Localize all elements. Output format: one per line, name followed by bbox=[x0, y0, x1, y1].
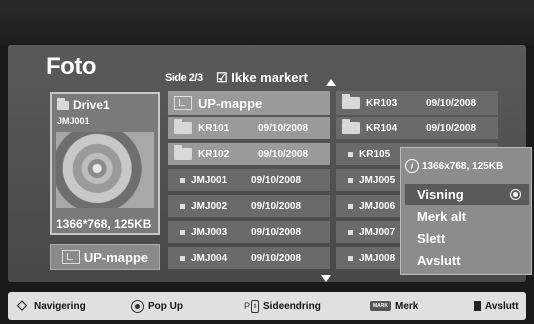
scroll-up-arrow-icon[interactable] bbox=[326, 79, 336, 86]
menu-item-slett[interactable]: Slett bbox=[405, 228, 529, 249]
grid-item-date: 09/10/2008 bbox=[251, 200, 302, 212]
grid-item[interactable]: JMJ001 09/10/2008 bbox=[168, 169, 330, 191]
page-prefix: P bbox=[244, 301, 251, 311]
selected-radio-icon bbox=[510, 189, 521, 200]
up-folder-icon bbox=[174, 96, 192, 110]
footer-exit-label: Avslutt bbox=[485, 300, 519, 312]
grid-item[interactable]: KR103 09/10/2008 bbox=[336, 91, 498, 115]
drive-header: Drive1 bbox=[57, 97, 110, 112]
grid-item-date: 09/10/2008 bbox=[426, 122, 477, 134]
file-icon bbox=[180, 203, 185, 209]
rocker-glyph-icon: ⇕ bbox=[251, 299, 260, 313]
grid-item-name: KR101 bbox=[198, 122, 230, 134]
top-bar bbox=[0, 0, 534, 45]
footer-help-bar: Navigering Pop Up P ⇕ Sideendring MARK M… bbox=[8, 292, 526, 320]
popup-info-text: 1366x768, 125KB bbox=[422, 160, 504, 172]
page-rocker-icon: P ⇕ bbox=[244, 299, 260, 313]
page-title: Foto bbox=[46, 53, 96, 80]
ok-button-icon bbox=[131, 299, 144, 313]
up-folder-icon bbox=[61, 250, 80, 264]
up-folder-button[interactable]: UP-mappe bbox=[50, 244, 160, 270]
footer-navigate-label: Navigering bbox=[34, 300, 86, 312]
footer-page-change-label: Sideendring bbox=[263, 300, 321, 312]
menu-item-label: Avslutt bbox=[417, 253, 461, 268]
page-indicator: Side 2/3 bbox=[165, 72, 203, 84]
drive-subtitle: JMJ001 bbox=[57, 116, 90, 126]
footer-popup-label: Pop Up bbox=[148, 300, 183, 312]
drive-resolution: 1366*768, 125KB bbox=[56, 217, 152, 231]
menu-item-label: Merk alt bbox=[417, 209, 467, 224]
file-icon bbox=[348, 151, 353, 157]
popup-menu: i 1366x768, 125KB Visning Merk alt Slett… bbox=[400, 147, 532, 275]
grid-item[interactable]: KR101 09/10/2008 bbox=[168, 117, 330, 139]
grid-item-name: JMJ004 bbox=[191, 252, 228, 264]
popup-info: i 1366x768, 125KB bbox=[405, 151, 529, 181]
photo-thumbnail bbox=[56, 132, 154, 208]
menu-item-merk-alt[interactable]: Merk alt bbox=[405, 206, 529, 227]
grid-item[interactable]: KR102 09/10/2008 bbox=[168, 143, 330, 165]
file-icon bbox=[180, 255, 185, 261]
grid-item-name: KR103 bbox=[366, 97, 398, 109]
up-folder-button-label: UP-mappe bbox=[83, 249, 149, 265]
grid-item-date: 09/10/2008 bbox=[251, 174, 302, 186]
grid-item-label: UP-mappe bbox=[198, 95, 263, 111]
grid-item-date: 09/10/2008 bbox=[426, 97, 477, 109]
file-icon bbox=[348, 255, 353, 261]
grid-item[interactable]: JMJ004 09/10/2008 bbox=[168, 247, 330, 269]
file-icon bbox=[180, 177, 185, 183]
grid-item-name: JMJ003 bbox=[191, 226, 228, 238]
navigation-icon bbox=[16, 297, 30, 313]
folder-icon bbox=[174, 119, 192, 134]
grid-item-date: 09/10/2008 bbox=[251, 252, 302, 264]
grid-item-date: 09/10/2008 bbox=[258, 148, 309, 160]
grid-item-name: JMJ002 bbox=[191, 200, 228, 212]
grid-item-name: JMJ001 bbox=[191, 174, 228, 186]
scroll-down-arrow-icon[interactable] bbox=[321, 275, 331, 282]
file-icon bbox=[348, 203, 353, 209]
grid-item[interactable]: JMJ003 09/10/2008 bbox=[168, 221, 330, 243]
menu-item-avslutt[interactable]: Avslutt bbox=[405, 250, 529, 271]
mark-key-icon: MARK bbox=[370, 301, 391, 311]
footer-navigate: Navigering bbox=[16, 292, 86, 320]
menu-item-label: Visning bbox=[417, 187, 464, 202]
drive-card[interactable]: Drive1 JMJ001 1366*768, 125KB bbox=[50, 92, 160, 235]
footer-popup: Pop Up bbox=[131, 292, 183, 320]
folder-icon bbox=[342, 119, 360, 134]
drive-name: Drive1 bbox=[73, 98, 110, 112]
footer-mark-label: Merk bbox=[395, 300, 419, 312]
grid-item-name: KR102 bbox=[198, 148, 230, 160]
grid-item[interactable]: KR104 09/10/2008 bbox=[336, 117, 498, 139]
menu-item-label: Slett bbox=[417, 231, 446, 246]
folder-icon bbox=[174, 145, 192, 160]
footer-page-change: P ⇕ Sideendring bbox=[244, 292, 321, 320]
grid-item[interactable]: JMJ002 09/10/2008 bbox=[168, 195, 330, 217]
exit-icon bbox=[474, 301, 481, 311]
grid-item-date: 09/10/2008 bbox=[251, 226, 302, 238]
drive-folder-icon bbox=[57, 97, 69, 110]
grid-item-up-folder[interactable]: UP-mappe bbox=[168, 91, 330, 115]
footer-mark: MARK Merk bbox=[370, 292, 418, 320]
grid-item-name: KR104 bbox=[366, 122, 398, 134]
menu-item-visning[interactable]: Visning bbox=[405, 184, 529, 205]
info-icon: i bbox=[405, 159, 419, 173]
folder-icon bbox=[342, 94, 360, 109]
grid-item-date: 09/10/2008 bbox=[258, 122, 309, 134]
file-icon bbox=[180, 229, 185, 235]
file-icon bbox=[348, 177, 353, 183]
mark-status: ☑ Ikke markert bbox=[216, 70, 308, 85]
footer-exit: Avslutt bbox=[474, 292, 519, 320]
file-icon bbox=[348, 229, 353, 235]
